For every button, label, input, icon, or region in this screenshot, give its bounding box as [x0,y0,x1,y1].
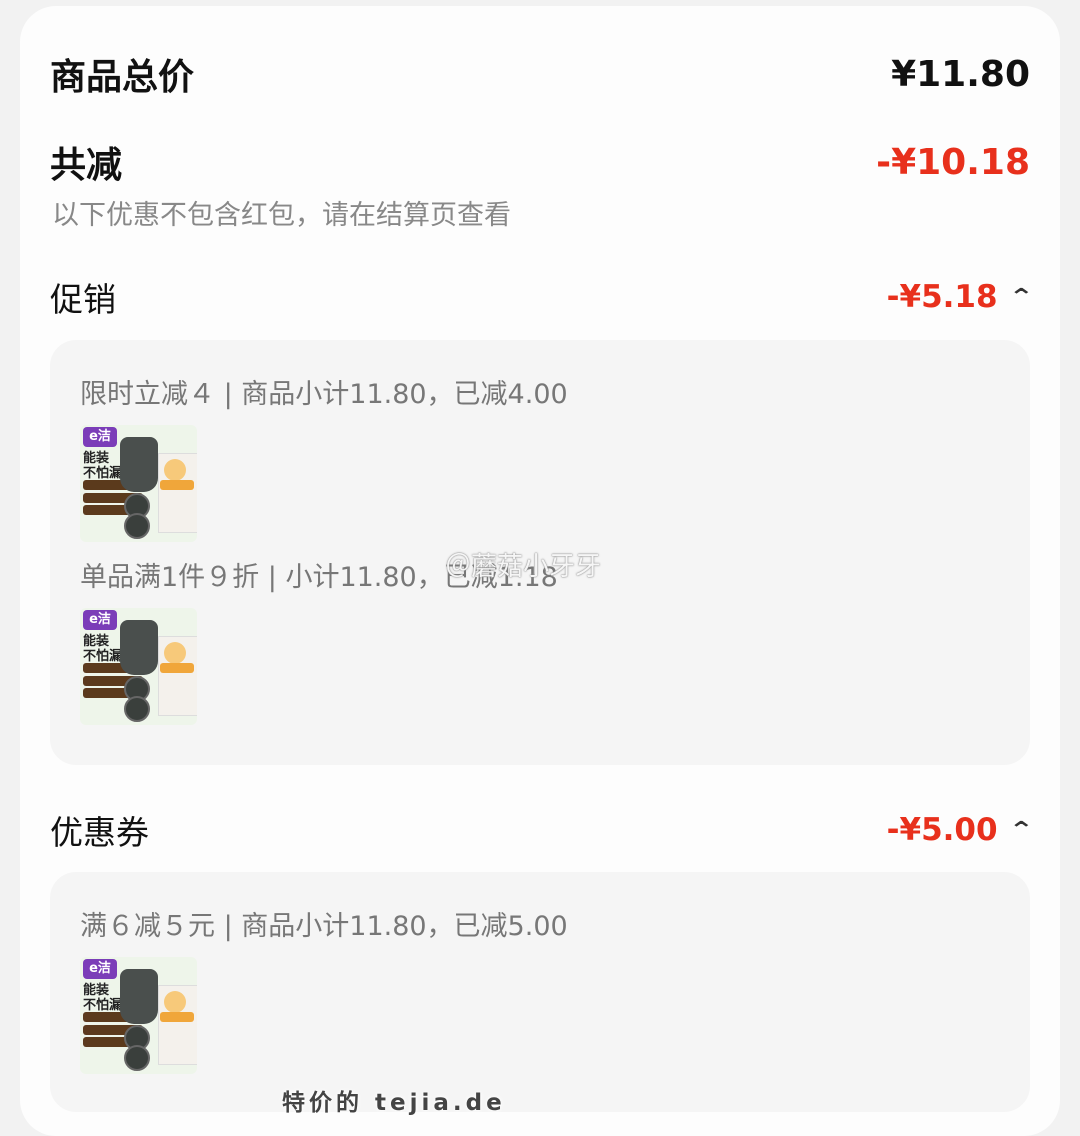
badge-image [164,459,186,481]
product-thumbnail[interactable]: e洁 能装 不怕漏 [80,425,197,542]
clean-label-image [160,480,194,490]
roll-image [124,1045,150,1071]
total-value: ¥11.80 [891,53,1030,95]
badge-image [164,991,186,1013]
discount-value: -¥10.18 [876,141,1030,183]
promotion-title: 促销 [50,280,116,319]
trash-bag-image [120,437,158,492]
weibo-watermark: ＠蘑菇小牙牙 [445,552,602,582]
coupon-item-text: 满６减５元 | 商品小计11.80，已减5.00 [80,911,568,942]
thumb-line2: 不怕漏 [83,649,123,664]
total-label: 商品总价 [50,57,195,98]
total-row: 商品总价 ¥11.80 [50,48,1030,100]
discount-label: 共减 [50,145,123,186]
product-thumbnail[interactable]: e洁 能装 不怕漏 [80,957,197,1074]
discount-row: 共减 -¥10.18 [50,136,1030,188]
discount-note: 以下优惠不包含红包，请在结算页查看 [52,200,511,231]
site-watermark: 特价的 tejia.de [282,1090,506,1116]
brand-logo: e洁 [83,427,117,447]
trash-bag-image [120,620,158,675]
chevron-up-icon[interactable]: ⌃ [1008,818,1034,843]
roll-image [124,513,150,539]
badge-image [164,642,186,664]
clean-label-image [160,1012,194,1022]
chevron-up-icon[interactable]: ⌃ [1008,285,1034,310]
roll-image [124,696,150,722]
brand-logo: e洁 [83,610,117,630]
clean-label-image [160,663,194,673]
product-thumbnail[interactable]: e洁 能装 不怕漏 [80,608,197,725]
trash-bag-image [120,969,158,1024]
coupon-title: 优惠券 [50,813,149,852]
coupon-amount-wrap: -¥5.00 ⌃ [886,812,1034,848]
promotion-amount: -¥5.18 [886,279,998,315]
promotion-amount-wrap: -¥5.18 ⌃ [886,279,1034,315]
coupon-card: 满６减５元 | 商品小计11.80，已减5.00 e洁 能装 不怕漏 [50,872,1030,1112]
coupon-amount: -¥5.00 [886,812,998,848]
thumb-line2: 不怕漏 [83,466,123,481]
promotion-header[interactable]: 促销 -¥5.18 ⌃ [50,273,1034,321]
coupon-header[interactable]: 优惠券 -¥5.00 ⌃ [50,806,1034,854]
thumb-line2: 不怕漏 [83,998,123,1013]
brand-logo: e洁 [83,959,117,979]
promotion-item-text: 限时立减４ | 商品小计11.80，已减4.00 [80,379,568,410]
